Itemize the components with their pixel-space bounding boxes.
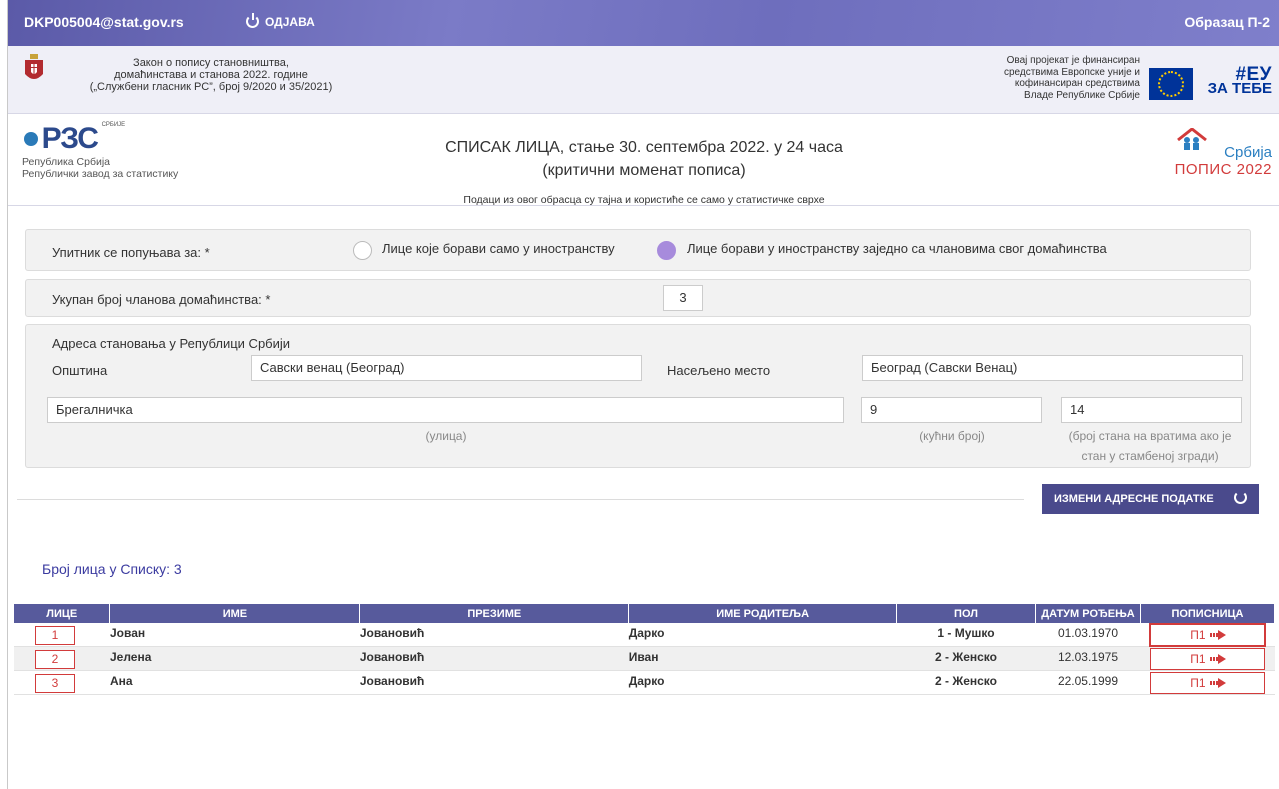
change-address-label: ИЗМЕНИ АДРЕСНЕ ПОДАТКЕ <box>1054 493 1214 505</box>
title-line-1: СПИСАК ЛИЦА, стање 30. септембра 2022. у… <box>445 139 843 156</box>
coat-of-arms-icon <box>25 54 43 79</box>
dob-cell: 22.05.1999 <box>1035 670 1141 695</box>
law-text: Закон о попису становништва, домаћинстав… <box>66 57 356 93</box>
radio-abroad-alone-label: Лице које борави само у иностранству <box>382 241 615 256</box>
last-name-cell: Јовановић <box>359 646 629 671</box>
dob-cell: 01.03.1970 <box>1035 623 1141 647</box>
arrow-right-icon <box>1209 654 1226 664</box>
refresh-icon <box>1234 491 1247 504</box>
eu-line-4: Владе Републике Србије <box>1024 89 1140 101</box>
apartment-input[interactable]: 14 <box>1061 397 1242 423</box>
radio-abroad-with-household[interactable] <box>657 241 676 260</box>
address-title: Адреса становања у Републици Србији <box>52 336 291 351</box>
form-p1-label: П1 <box>1190 628 1206 642</box>
eu-line-3: кофинансиран средствима <box>1014 78 1140 89</box>
form-code: Образац П-2 <box>1184 14 1270 30</box>
eu-line-1: Овај пројекат је финансиран <box>1006 55 1140 66</box>
arrow-right-icon <box>1209 630 1226 640</box>
settlement-input[interactable]: Београд (Савски Венац) <box>862 355 1243 381</box>
law-line-1: Закон о попису становништва, <box>133 57 289 69</box>
fill-for-panel: Упитник се попуњава за: * Лице које бора… <box>25 229 1251 271</box>
street-hint: (улица) <box>425 429 467 443</box>
eu-line-2: средствима Европске уније и <box>1003 66 1140 78</box>
radio-abroad-alone[interactable] <box>353 241 372 260</box>
eu-flag-icon <box>1149 68 1193 100</box>
user-email: DKP005004@stat.gov.rs <box>24 14 184 30</box>
divider <box>17 499 1024 500</box>
logout-label: ОДЈАВА <box>265 15 315 29</box>
popis-label: ПОПИС 2022 <box>1174 161 1272 178</box>
house-hint: (кућни број) <box>919 429 985 443</box>
members-label: Укупан број чланова домаћинства: * <box>52 292 271 307</box>
first-name-cell: Јелена <box>109 646 360 671</box>
popis-logo: Србија ПОПИС 2022 <box>1175 126 1272 178</box>
eu-logo: #ЕУ ЗА ТЕБЕ <box>1207 65 1272 97</box>
form-p1-label: П1 <box>1190 652 1206 666</box>
persons-table: ЛИЦЕ ИМЕ ПРЕЗИМЕ ИМЕ РОДИТЕЉА ПОЛ ДАТУМ … <box>14 604 1276 695</box>
law-banner: Закон о попису становништва, домаћинстав… <box>8 46 1279 114</box>
sex-cell: 2 - Женско <box>896 646 1036 671</box>
main-content: Упитник се попуњава за: * Лице које бора… <box>8 206 1279 789</box>
title-line-2: (критични моменат пописа) <box>542 162 746 179</box>
power-icon <box>246 13 259 28</box>
person-number-button[interactable]: 2 <box>35 650 75 669</box>
secrecy-note: Подаци из овог обрасца су тајна и корист… <box>463 194 825 206</box>
eu-logo-small: ЗА ТЕБЕ <box>1207 80 1272 97</box>
parent-name-cell: Дарко <box>628 623 897 647</box>
top-bar: DKP005004@stat.gov.rs ОДЈАВА Образац П-2 <box>8 0 1279 46</box>
last-name-cell: Јовановић <box>359 623 629 647</box>
apartment-hint-line-1: (број стана на вратима ако је <box>1068 429 1232 443</box>
table-row: 1 Јован Јовановић Дарко 1 - Мушко 01.03.… <box>14 623 1275 647</box>
col-dob: ДАТУМ РОЂЕЊА <box>1035 604 1141 623</box>
title-banner: РЗС СРБИЈЕ Република Србија Републички з… <box>8 114 1279 206</box>
house-icon <box>1177 128 1207 150</box>
settlement-label: Насељено место <box>667 363 771 378</box>
person-number-button[interactable]: 1 <box>35 626 75 645</box>
members-input[interactable]: 3 <box>663 285 703 311</box>
municipality-label: Општина <box>52 363 108 378</box>
col-form: ПОПИСНИЦА <box>1140 604 1276 623</box>
person-count: Број лица у Списку: 3 <box>42 561 182 577</box>
col-last-name: ПРЕЗИМЕ <box>359 604 630 623</box>
fill-for-label: Упитник се попуњава за: * <box>52 245 210 260</box>
col-first-name: ИМЕ <box>109 604 361 623</box>
parent-name-cell: Иван <box>628 646 897 671</box>
apartment-hint-line-2: стан у стамбеној згради) <box>1081 449 1219 463</box>
municipality-input[interactable]: Савски венац (Београд) <box>251 355 642 381</box>
first-name-cell: Ана <box>109 670 360 695</box>
house-number-input[interactable]: 9 <box>861 397 1042 423</box>
parent-name-cell: Дарко <box>628 670 897 695</box>
form-p1-button[interactable]: П1 <box>1150 672 1266 694</box>
change-address-button[interactable]: ИЗМЕНИ АДРЕСНЕ ПОДАТКЕ <box>1042 484 1259 514</box>
apartment-hint: (број стана на вратима ако је стан у ста… <box>1052 426 1248 466</box>
radio-abroad-with-household-label: Лице борави у иностранству заједно са чл… <box>687 241 1107 256</box>
table-header: ЛИЦЕ ИМЕ ПРЕЗИМЕ ИМЕ РОДИТЕЉА ПОЛ ДАТУМ … <box>14 604 1276 623</box>
members-panel: Укупан број чланова домаћинства: * 3 <box>25 279 1251 317</box>
arrow-right-icon <box>1209 678 1226 688</box>
sex-cell: 1 - Мушко <box>896 623 1036 647</box>
logout-button[interactable]: ОДЈАВА <box>246 13 315 29</box>
law-line-3: („Службени гласник РС”, број 9/2020 и 35… <box>89 81 333 93</box>
first-name-cell: Јован <box>109 623 360 647</box>
person-number-button[interactable]: 3 <box>35 674 75 693</box>
col-parent-name: ИМЕ РОДИТЕЉА <box>628 604 898 623</box>
last-name-cell: Јовановић <box>359 670 629 695</box>
sex-cell: 2 - Женско <box>896 670 1036 695</box>
col-person: ЛИЦЕ <box>14 604 111 623</box>
page-title: СПИСАК ЛИЦА, стање 30. септембра 2022. у… <box>8 136 1279 182</box>
app-frame: DKP005004@stat.gov.rs ОДЈАВА Образац П-2… <box>7 0 1279 789</box>
form-p1-label: П1 <box>1190 676 1206 690</box>
street-input[interactable]: Брегалничка <box>47 397 844 423</box>
form-p1-button[interactable]: П1 <box>1150 648 1266 670</box>
form-p1-button[interactable]: П1 <box>1149 623 1267 647</box>
dob-cell: 12.03.1975 <box>1035 646 1141 671</box>
col-sex: ПОЛ <box>896 604 1036 623</box>
address-panel: Адреса становања у Републици Србији Општ… <box>25 324 1251 468</box>
rzs-logo-sub: СРБИЈЕ <box>101 122 126 128</box>
table-row: 2 Јелена Јовановић Иван 2 - Женско 12.03… <box>14 646 1275 671</box>
eu-funding-text: Овај пројекат је финансиран средствима Е… <box>1004 55 1140 101</box>
table-row: 3 Ана Јовановић Дарко 2 - Женско 22.05.1… <box>14 670 1275 695</box>
law-line-2: домаћинстава и станова 2022. године <box>114 69 308 81</box>
